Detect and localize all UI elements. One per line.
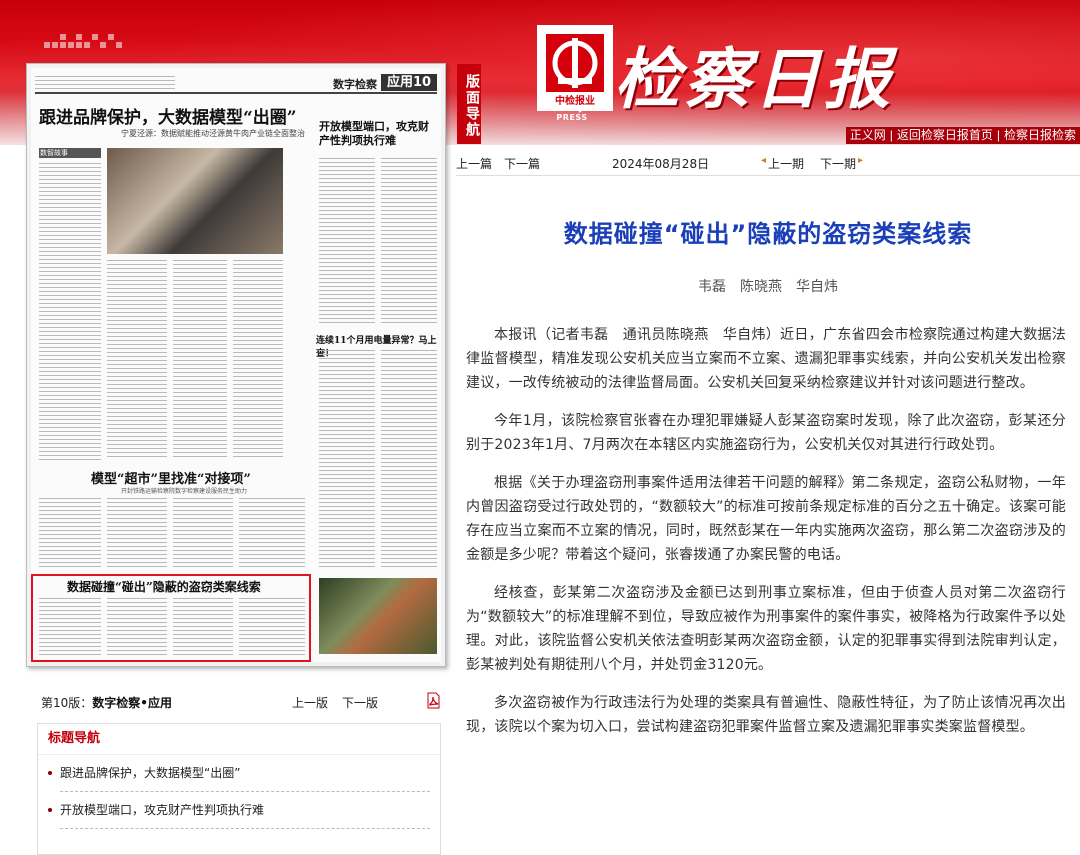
- newspaper-page: 数字检察 应用10 跟进品牌保护，大数据模型“出圈” 宁夏泾源：数据赋能推动泾源…: [31, 68, 441, 662]
- next-page-link[interactable]: 下一版: [342, 694, 378, 711]
- text-column-7: [319, 350, 375, 570]
- text-column-8: [381, 350, 437, 570]
- title-navigation: 标题导航 跟进品牌保护，大数据模型“出圈” 开放模型端口，攻克财产性判项执行难: [37, 723, 441, 855]
- issue-date: 2024年08月28日: [612, 157, 710, 171]
- story-subhead-supermarket: 开封铁路运输检察院数字检察建设服务民生助力: [121, 488, 248, 495]
- header-links: 正义网 | 返回检察日报首页 | 检察日报检索: [845, 127, 1080, 144]
- pdf-icon[interactable]: [427, 692, 440, 709]
- masthead-title: 检察日报: [614, 40, 894, 118]
- page-section-tag: 数字检察: [333, 78, 377, 91]
- arrow-left-icon: ◂: [761, 155, 767, 166]
- prev-issue-link[interactable]: 上一期: [768, 155, 804, 172]
- title-nav-item-label[interactable]: 跟进品牌保护，大数据模型“出圈”: [60, 766, 240, 780]
- text-column-10: [107, 498, 167, 568]
- link-zhengyi[interactable]: 正义网: [850, 128, 886, 142]
- article-paragraph: 本报讯（记者韦磊 通讯员陈晓燕 华自炜）近日，广东省四会市检察院通过构建大数据法…: [466, 327, 1066, 391]
- story-headline-model-port[interactable]: 开放模型端口，攻克财产性判项执行难: [319, 120, 439, 148]
- text-column-14: [107, 598, 167, 656]
- text-column-15: [173, 598, 233, 656]
- text-column-5: [319, 158, 375, 323]
- text-column-11: [173, 498, 233, 568]
- article-paragraph: 根据《关于办理盗窃刑事案件适用法律若干问题的解释》第二条规定，盗窃公私财物，一年…: [466, 475, 1066, 563]
- bullet-icon: [48, 771, 52, 775]
- zhongjian-logo-icon: 中检报业: [537, 25, 613, 111]
- divider: [456, 175, 1080, 176]
- article-paragraph: 今年1月，该院检察官张睿在办理犯罪嫌疑人彭某盗窃案时发现，除了此次盗窃，彭某还分…: [466, 413, 1066, 453]
- text-column-4: [233, 260, 283, 460]
- next-issue-link[interactable]: 下一期: [820, 155, 856, 172]
- title-nav-item[interactable]: 跟进品牌保护，大数据模型“出圈”: [48, 755, 430, 792]
- arrow-right-icon: ▸: [858, 155, 864, 166]
- article-navigation: 上一篇 下一篇 2024年08月28日 ◂ 上一期 下一期 ▸: [456, 150, 1080, 174]
- article-paragraph: 多次盗窃被作为行政违法行为处理的类案具有普遍性、隐蔽性特征，为了防止该情况再次出…: [466, 695, 1066, 735]
- newspaper-page-preview[interactable]: 数字检察 应用10 跟进品牌保护，大数据模型“出圈” 宁夏泾源：数据赋能推动泾源…: [26, 63, 446, 667]
- title-nav-item[interactable]: 开放模型端口，攻克财产性判项执行难: [48, 792, 430, 829]
- story-subhead-brand: 宁夏泾源：数据赋能推动泾源黄牛肉产业链全面整治: [121, 129, 305, 138]
- story-headline-theft[interactable]: 数据碰撞“碰出”隐蔽的盗窃类案线索: [67, 578, 261, 595]
- text-column-3: [173, 260, 227, 460]
- story-headline-brand[interactable]: 跟进品牌保护，大数据模型“出圈”: [39, 103, 297, 128]
- next-article-link[interactable]: 下一篇: [504, 155, 540, 172]
- text-column-2: [107, 260, 167, 460]
- article-body: 本报讯（记者韦磊 通讯员陈晓燕 华自炜）近日，广东省四会市检察院通过构建大数据法…: [466, 323, 1066, 753]
- title-nav-item-label[interactable]: 开放模型端口，攻克财产性判项执行难: [60, 803, 264, 817]
- edition-prefix: 第10版：: [41, 696, 93, 710]
- article-authors: 韦磊 陈晓燕 华自炜: [698, 279, 838, 295]
- logo-subtitle: ZHONGJIAN PRESS: [544, 104, 600, 122]
- text-column-1: [39, 163, 101, 463]
- text-column-9: [39, 498, 101, 568]
- small-left-label: 数智故事: [40, 149, 68, 157]
- page-top-bar: 数字检察 应用10: [35, 74, 437, 94]
- article-paragraph: 经核查，彭某第二次盗窃涉及金额已达到刑事立案标准，但由于侦查人员对第二次盗窃行为…: [466, 585, 1066, 673]
- edition-name: 数字检察•应用: [92, 696, 172, 710]
- story-photo-1: [107, 148, 283, 254]
- page-badge: 应用10: [381, 74, 437, 91]
- article-title: 数据碰撞“碰出”隐蔽的盗窃类案线索: [563, 220, 973, 248]
- edition-label: 第10版：数字检察•应用: [41, 694, 172, 711]
- bullet-icon: [48, 808, 52, 812]
- text-column-16: [239, 598, 305, 656]
- prev-article-link[interactable]: 上一篇: [456, 155, 492, 172]
- story-headline-supermarket[interactable]: 模型“超市”里找准“对接项”: [91, 468, 251, 487]
- story-photo-2: [319, 578, 437, 654]
- text-column-13: [39, 598, 101, 656]
- page-nav-tab[interactable]: 版面导航: [457, 64, 481, 144]
- page-meta: [35, 76, 175, 90]
- edition-bar: 第10版：数字检察•应用 上一版 下一版: [26, 690, 444, 714]
- title-nav-heading: 标题导航: [38, 724, 440, 755]
- prev-page-link[interactable]: 上一版: [292, 694, 328, 711]
- text-column-12: [239, 498, 305, 568]
- link-home[interactable]: 返回检察日报首页: [897, 128, 993, 142]
- text-column-6: [381, 158, 437, 323]
- link-search[interactable]: 检察日报检索: [1004, 128, 1076, 142]
